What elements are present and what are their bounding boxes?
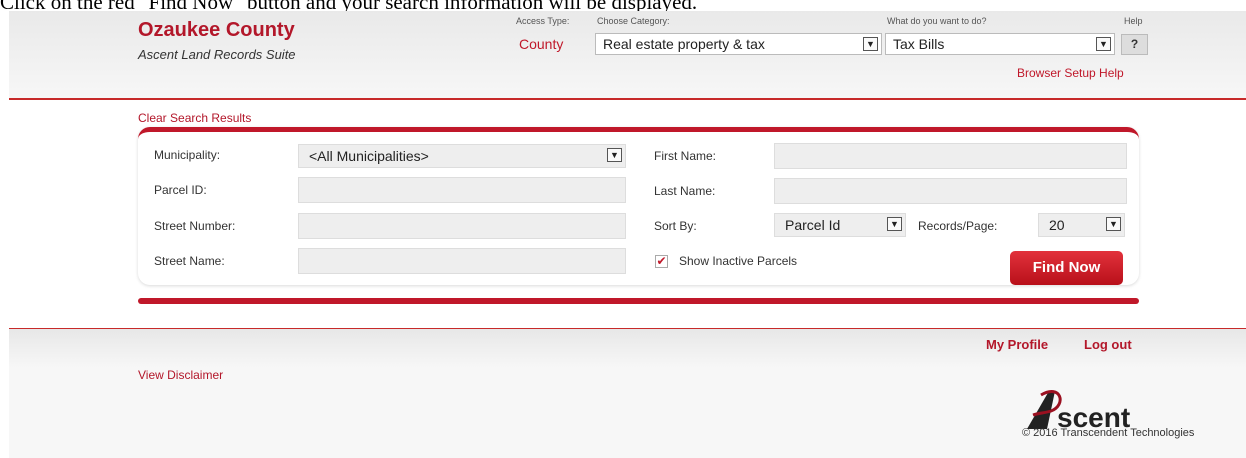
- first-name-input[interactable]: [774, 143, 1127, 169]
- brand-title: Ozaukee County: [138, 19, 295, 41]
- panel-bottom-bar: [138, 298, 1139, 304]
- browser-setup-help-link[interactable]: Browser Setup Help: [1017, 66, 1124, 80]
- records-page-select-value: 20: [1049, 217, 1065, 233]
- footer: My Profile Log out View Disclaimer scent…: [9, 328, 1246, 458]
- copyright-text: © 2016 Transcendent Technologies: [1022, 427, 1195, 439]
- last-name-input[interactable]: [774, 178, 1127, 204]
- street-name-label: Street Name:: [154, 254, 225, 268]
- municipality-label: Municipality:: [154, 148, 221, 162]
- sort-by-label: Sort By:: [654, 219, 697, 233]
- parcel-id-label: Parcel ID:: [154, 183, 207, 197]
- access-type-value: County: [519, 36, 564, 52]
- view-disclaimer-link[interactable]: View Disclaimer: [138, 368, 223, 382]
- sort-by-select[interactable]: Parcel Id ▼: [774, 213, 906, 237]
- street-number-label: Street Number:: [154, 219, 236, 233]
- municipality-select-value: <All Municipalities>: [309, 148, 429, 164]
- category-select-value: Real estate property & tax: [603, 36, 765, 52]
- records-page-select[interactable]: 20 ▼: [1038, 213, 1125, 237]
- first-name-label: First Name:: [654, 149, 717, 163]
- municipality-select[interactable]: <All Municipalities> ▼: [298, 144, 626, 168]
- chevron-down-icon: ▼: [1096, 37, 1111, 51]
- header: Ozaukee County Ascent Land Records Suite…: [9, 11, 1246, 100]
- parcel-id-input[interactable]: [298, 177, 626, 203]
- my-profile-link[interactable]: My Profile: [986, 337, 1048, 352]
- ascent-logo: scent: [1027, 390, 1130, 431]
- help-label: Help: [1124, 16, 1143, 26]
- help-button[interactable]: ?: [1121, 34, 1148, 55]
- street-number-input[interactable]: [298, 213, 626, 239]
- access-type-label: Access Type:: [516, 16, 570, 26]
- chevron-down-icon: ▼: [1106, 217, 1121, 231]
- chevron-down-icon: ▼: [887, 217, 902, 231]
- logout-link[interactable]: Log out: [1084, 337, 1132, 352]
- brand-subtitle: Ascent Land Records Suite: [138, 47, 296, 62]
- records-page-label: Records/Page:: [918, 219, 998, 233]
- category-label: Choose Category:: [597, 16, 670, 26]
- action-select-value: Tax Bills: [893, 36, 945, 52]
- street-name-input[interactable]: [298, 248, 626, 274]
- show-inactive-checkbox[interactable]: ✔: [655, 255, 668, 268]
- sort-by-select-value: Parcel Id: [785, 217, 841, 233]
- action-select[interactable]: Tax Bills ▼: [885, 33, 1115, 55]
- clear-search-results-link[interactable]: Clear Search Results: [138, 111, 251, 125]
- find-now-button[interactable]: Find Now: [1010, 251, 1123, 285]
- last-name-label: Last Name:: [654, 184, 716, 198]
- action-label: What do you want to do?: [887, 16, 987, 26]
- category-select[interactable]: Real estate property & tax ▼: [595, 33, 882, 55]
- chevron-down-icon: ▼: [863, 37, 878, 51]
- search-panel: Municipality: <All Municipalities> ▼ Par…: [138, 127, 1139, 285]
- show-inactive-label: Show Inactive Parcels: [679, 254, 798, 268]
- chevron-down-icon: ▼: [607, 148, 622, 162]
